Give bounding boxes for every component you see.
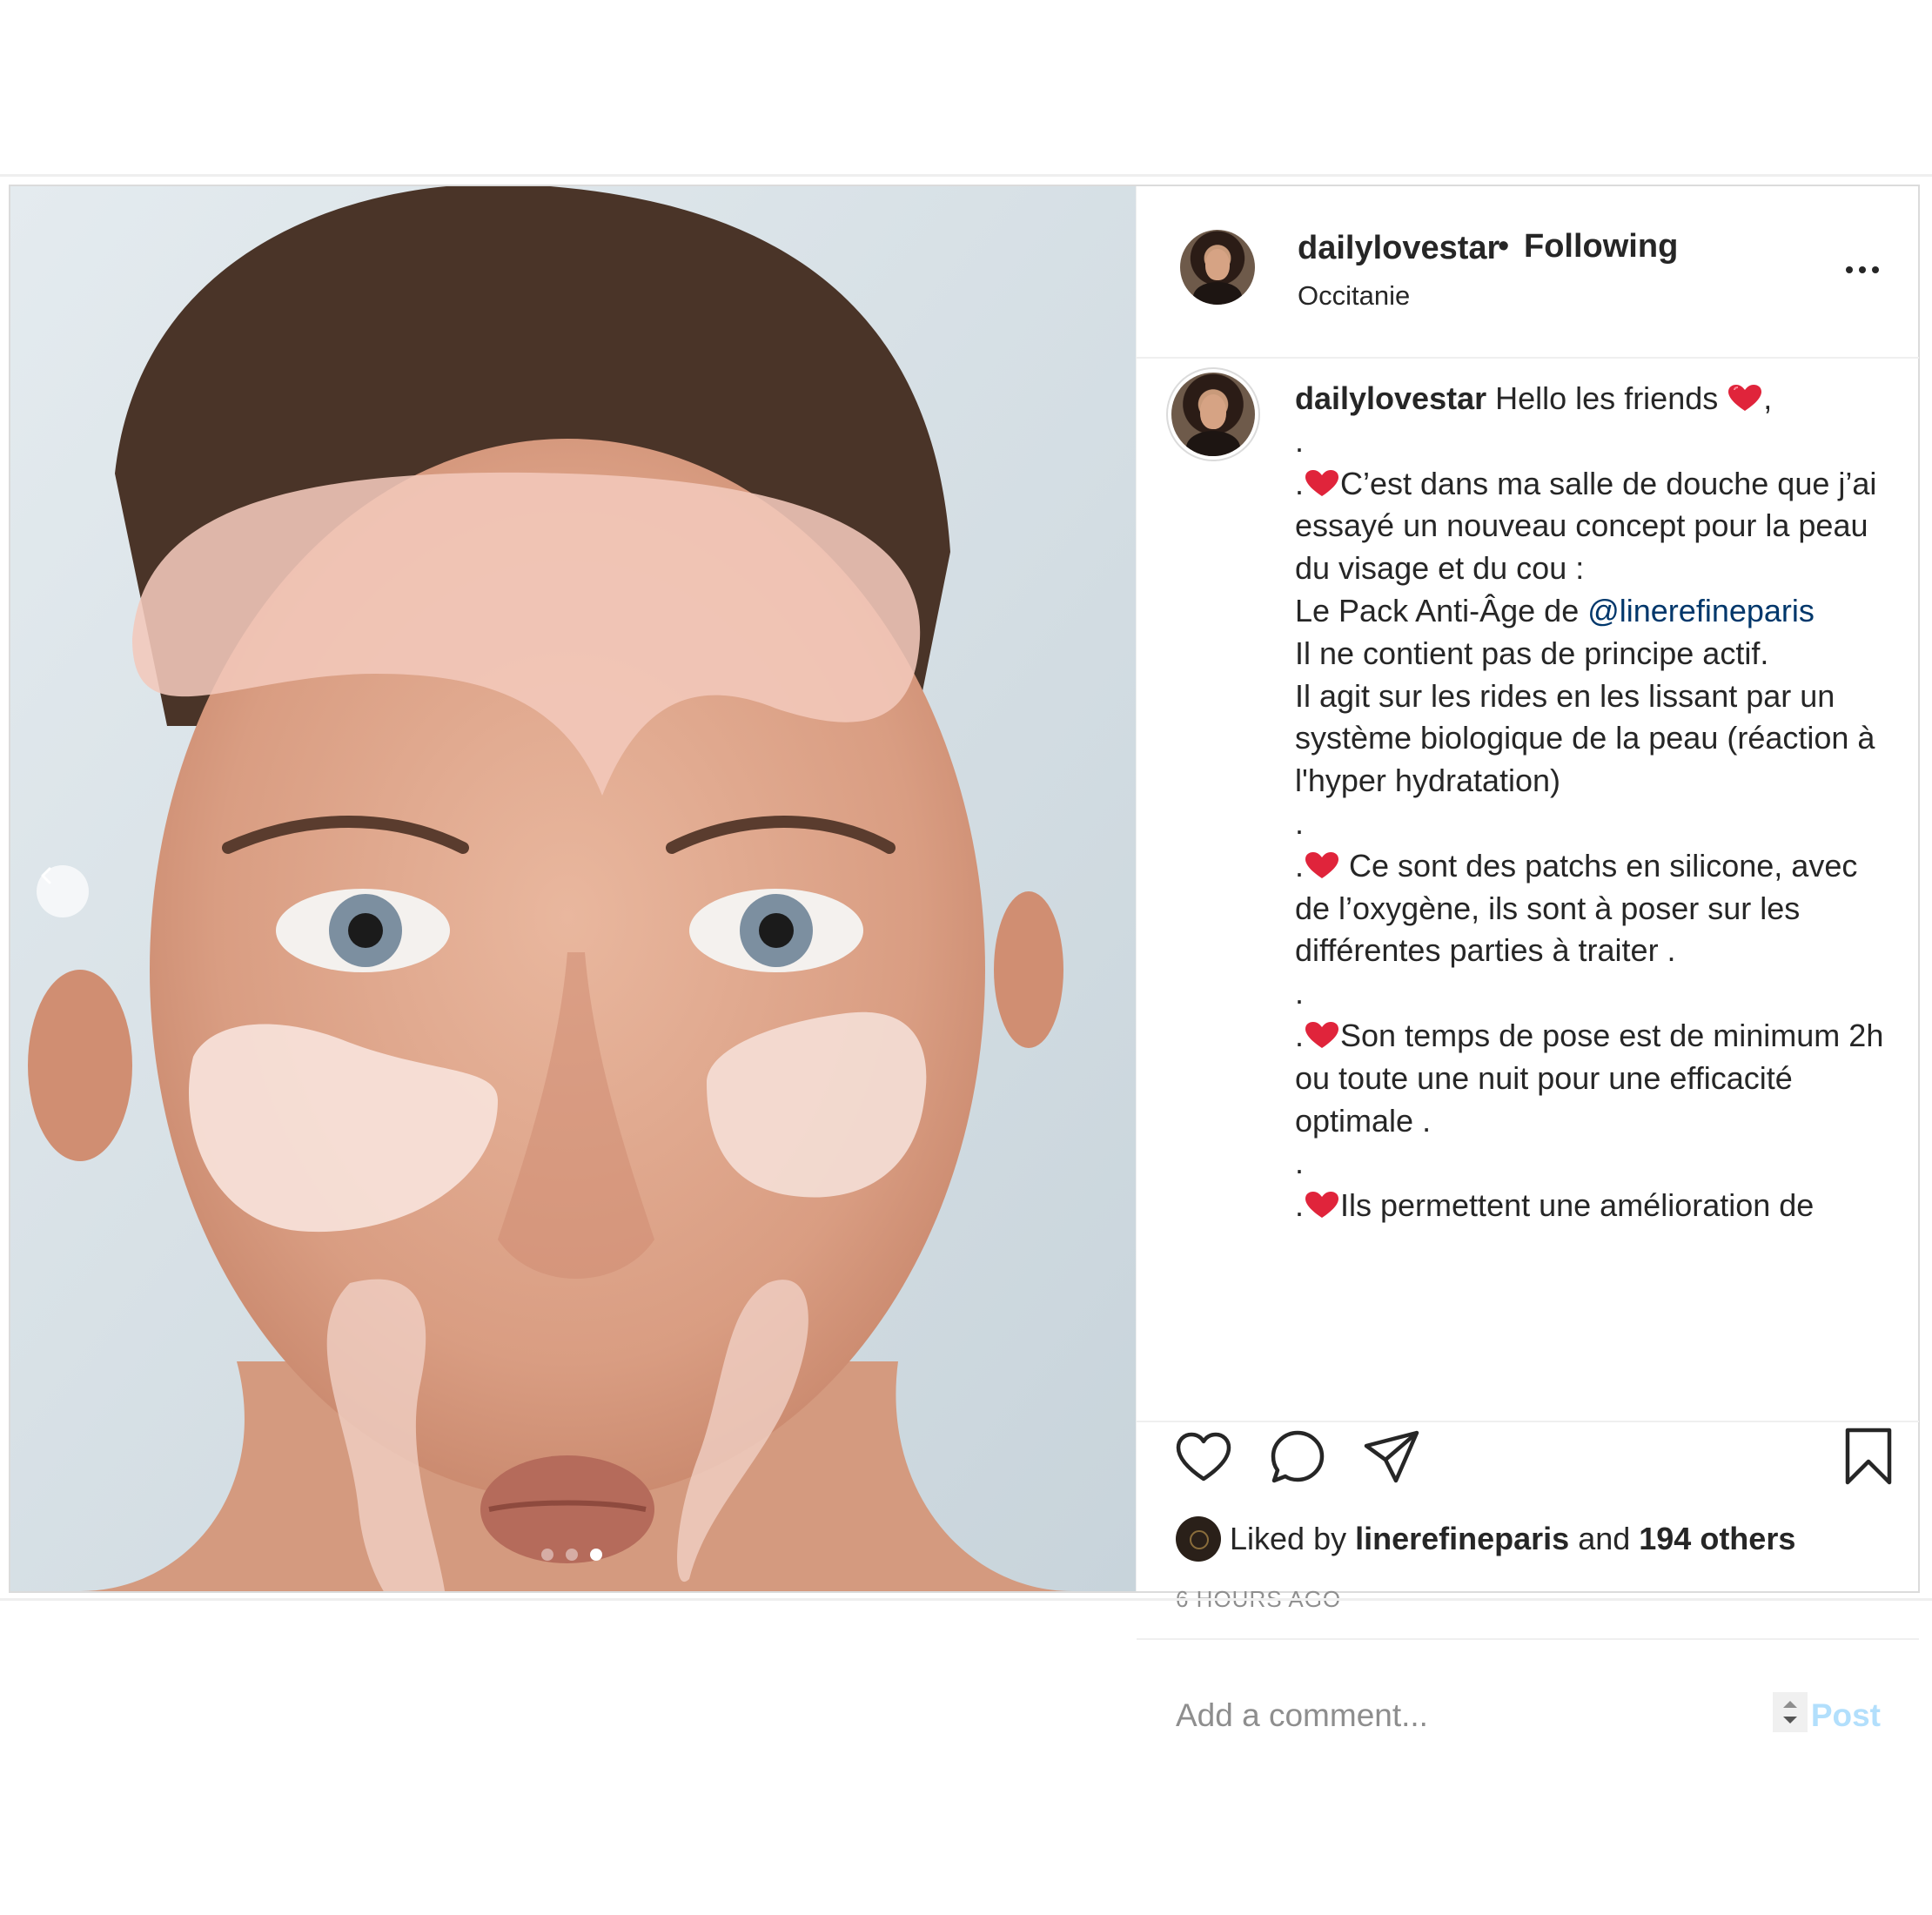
heart-emoji-icon — [1305, 1021, 1339, 1048]
mention-link[interactable]: @linerefineparis — [1587, 593, 1815, 628]
caption-dot: . — [1295, 804, 1305, 841]
more-options-button[interactable] — [1846, 266, 1879, 273]
caption-paragraph: Il agit sur les rides en les lissant par… — [1295, 677, 1884, 799]
spinner-icon — [1773, 1692, 1808, 1732]
post-card: dailylovestar • Following Occitanie dail… — [9, 185, 1920, 1733]
caption-dot: . — [1295, 1187, 1305, 1224]
caption-paragraph: Ils permettent une amélioration de — [1340, 1187, 1815, 1224]
heart-icon[interactable] — [1175, 1430, 1232, 1484]
likes-middle: and — [1569, 1521, 1640, 1556]
page-bottom-divider — [0, 1598, 1932, 1601]
carousel-dot — [566, 1549, 578, 1561]
post-image[interactable] — [10, 186, 1136, 1591]
caption-text: dailylovestar Hello les friends , . . C’e… — [1295, 378, 1887, 1227]
comment-divider — [1137, 1638, 1919, 1640]
location-link[interactable]: Occitanie — [1298, 280, 1410, 312]
comment-icon[interactable] — [1269, 1428, 1326, 1486]
liker-username[interactable]: linerefineparis — [1355, 1521, 1569, 1557]
likes-summary: Liked by linerefineparis and 194 others — [1176, 1516, 1795, 1562]
caption-paragraph: Son temps de pose est de minimum 2h ou t… — [1295, 1017, 1893, 1139]
post-side-panel: dailylovestar • Following Occitanie dail… — [1136, 186, 1919, 1733]
caption-dot: . — [1295, 847, 1305, 884]
heart-emoji-icon — [1305, 1192, 1339, 1219]
avatar[interactable] — [1180, 230, 1255, 305]
caption-paragraph: Il ne contient pas de principe actif. — [1295, 635, 1769, 671]
heart-emoji-icon — [1728, 385, 1762, 411]
likes-count-link[interactable]: 194 others — [1639, 1521, 1795, 1557]
caption-section: dailylovestar Hello les friends , . . C’e… — [1137, 359, 1919, 1422]
caption-dot: . — [1295, 422, 1305, 459]
share-icon[interactable] — [1363, 1428, 1420, 1486]
caption-comma: , — [1763, 380, 1773, 416]
comment-input[interactable]: Add a comment... — [1176, 1697, 1428, 1734]
photo-illustration — [10, 186, 1136, 1591]
caption-username[interactable]: dailylovestar — [1295, 380, 1486, 416]
caption-dot: . — [1295, 1145, 1305, 1181]
action-bar — [1137, 1418, 1919, 1496]
caption-dot: . — [1295, 465, 1305, 501]
more-icon — [1846, 266, 1853, 273]
caption-dot: . — [1295, 1017, 1305, 1053]
caption-avatar[interactable] — [1171, 373, 1255, 456]
carousel-prev-button[interactable] — [37, 865, 89, 917]
heart-emoji-icon — [1305, 469, 1339, 496]
heart-emoji-icon — [1305, 851, 1339, 878]
post-header: dailylovestar • Following Occitanie — [1137, 186, 1919, 359]
caption-dot: . — [1295, 975, 1305, 1011]
post-comment-button[interactable]: Post — [1811, 1697, 1881, 1734]
separator-dot: • — [1498, 228, 1510, 265]
caption-paragraph: Ce sont des patchs en silicone, avec de … — [1295, 847, 1867, 969]
carousel-indicator — [541, 1549, 602, 1561]
caption-line: Hello les friends — [1486, 380, 1727, 416]
bookmark-icon[interactable] — [1844, 1427, 1893, 1486]
carousel-dot — [541, 1549, 553, 1561]
caption-paragraph: C’est dans ma salle de douche que j’ai e… — [1295, 465, 1886, 587]
follow-status-button[interactable]: Following — [1524, 228, 1678, 265]
chevron-left-icon — [41, 867, 51, 884]
likes-prefix: Liked by — [1230, 1521, 1356, 1556]
header-username[interactable]: dailylovestar — [1298, 230, 1499, 267]
carousel-dot-active — [590, 1549, 602, 1561]
liker-avatar[interactable] — [1176, 1516, 1221, 1562]
page-top-divider — [0, 174, 1932, 177]
caption-paragraph: Le Pack Anti-Âge de — [1295, 592, 1588, 628]
